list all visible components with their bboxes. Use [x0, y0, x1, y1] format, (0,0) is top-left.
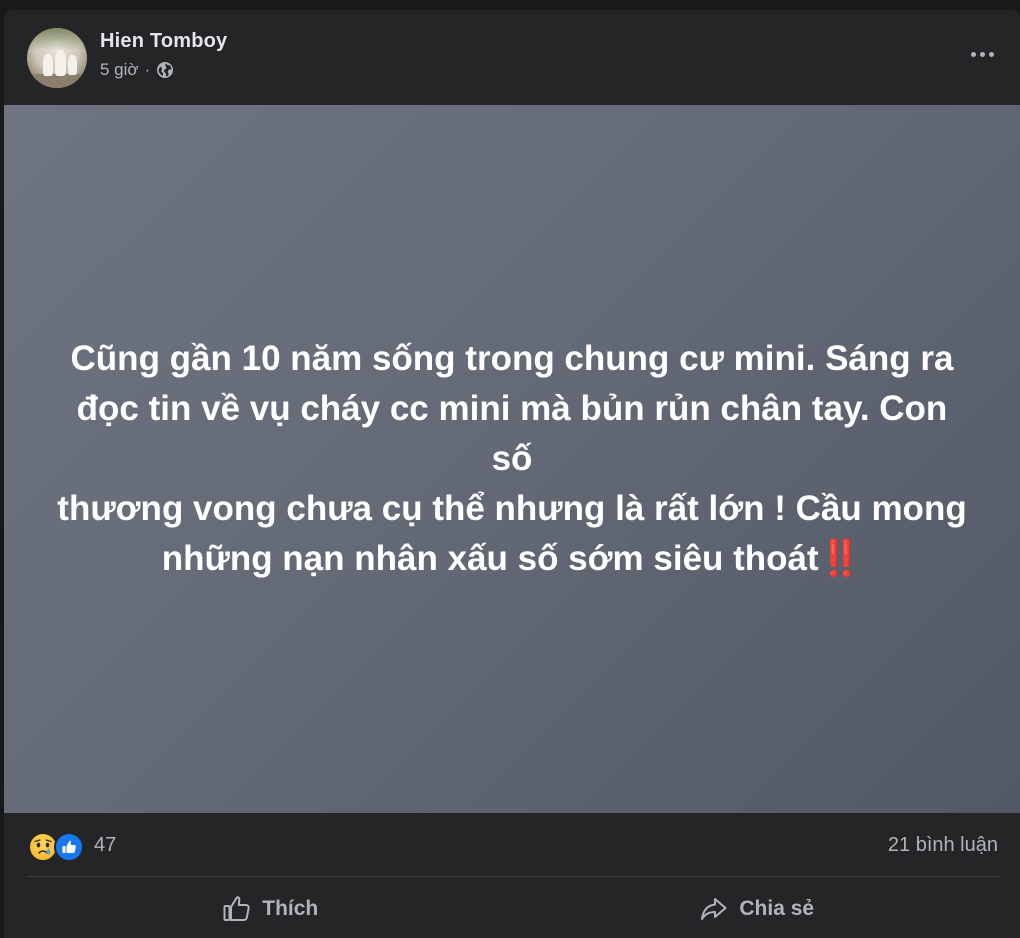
avatar-figure — [55, 50, 66, 76]
reaction-count[interactable]: 47 — [94, 834, 116, 857]
post-header: Hien Tomboy 5 giờ · — [4, 10, 1020, 105]
more-dot — [988, 51, 994, 57]
like-reaction-icon — [54, 832, 84, 862]
more-dot — [970, 51, 976, 57]
status-line: những nạn nhân xấu số sớm siêu thoát — [161, 539, 819, 578]
thumbs-up-icon — [223, 896, 250, 921]
avatar[interactable] — [27, 28, 87, 88]
status-line: đọc tin về vụ cháy cc mini mà bủn rủn ch… — [76, 389, 948, 478]
share-arrow-icon — [701, 898, 727, 920]
comment-count[interactable]: 21 bình luận — [888, 834, 998, 857]
status-line-last: những nạn nhân xấu số sớm siêu thoát‼️ — [52, 534, 972, 584]
post-timestamp[interactable]: 5 giờ — [100, 60, 139, 80]
globe-icon[interactable] — [156, 61, 174, 79]
avatar-figure — [68, 55, 77, 75]
like-button[interactable]: Thích — [27, 880, 514, 938]
share-button[interactable]: Chia sẻ — [514, 880, 1001, 938]
post-card: Hien Tomboy 5 giờ · Cũng gần 10 năm sống… — [4, 10, 1020, 938]
author-name[interactable]: Hien Tomboy — [100, 30, 227, 53]
reactions-bar: 47 21 bình luận — [4, 813, 1020, 877]
more-options-icon[interactable] — [962, 40, 1002, 68]
avatar-figure — [43, 54, 53, 76]
meta-separator: · — [144, 60, 151, 79]
share-button-label: Chia sẻ — [739, 897, 815, 920]
action-bar: Thích Chia sẻ — [27, 880, 1000, 938]
status-text: Cũng gần 10 năm sống trong chung cư mini… — [52, 334, 972, 584]
double-exclamation-icon: ‼️ — [818, 539, 863, 578]
reaction-icons[interactable] — [28, 830, 88, 862]
status-line: Cũng gần 10 năm sống trong chung cư mini… — [70, 339, 954, 378]
post-meta: 5 giờ · — [100, 60, 174, 80]
more-dot — [979, 51, 985, 57]
avatar-trees — [27, 28, 87, 50]
avatar-ground — [27, 74, 87, 88]
like-button-label: Thích — [262, 897, 319, 920]
status-line: thương vong chưa cụ thể nhưng là rất lớn… — [57, 489, 967, 528]
status-background[interactable]: Cũng gần 10 năm sống trong chung cư mini… — [4, 105, 1020, 813]
divider — [27, 876, 1000, 877]
